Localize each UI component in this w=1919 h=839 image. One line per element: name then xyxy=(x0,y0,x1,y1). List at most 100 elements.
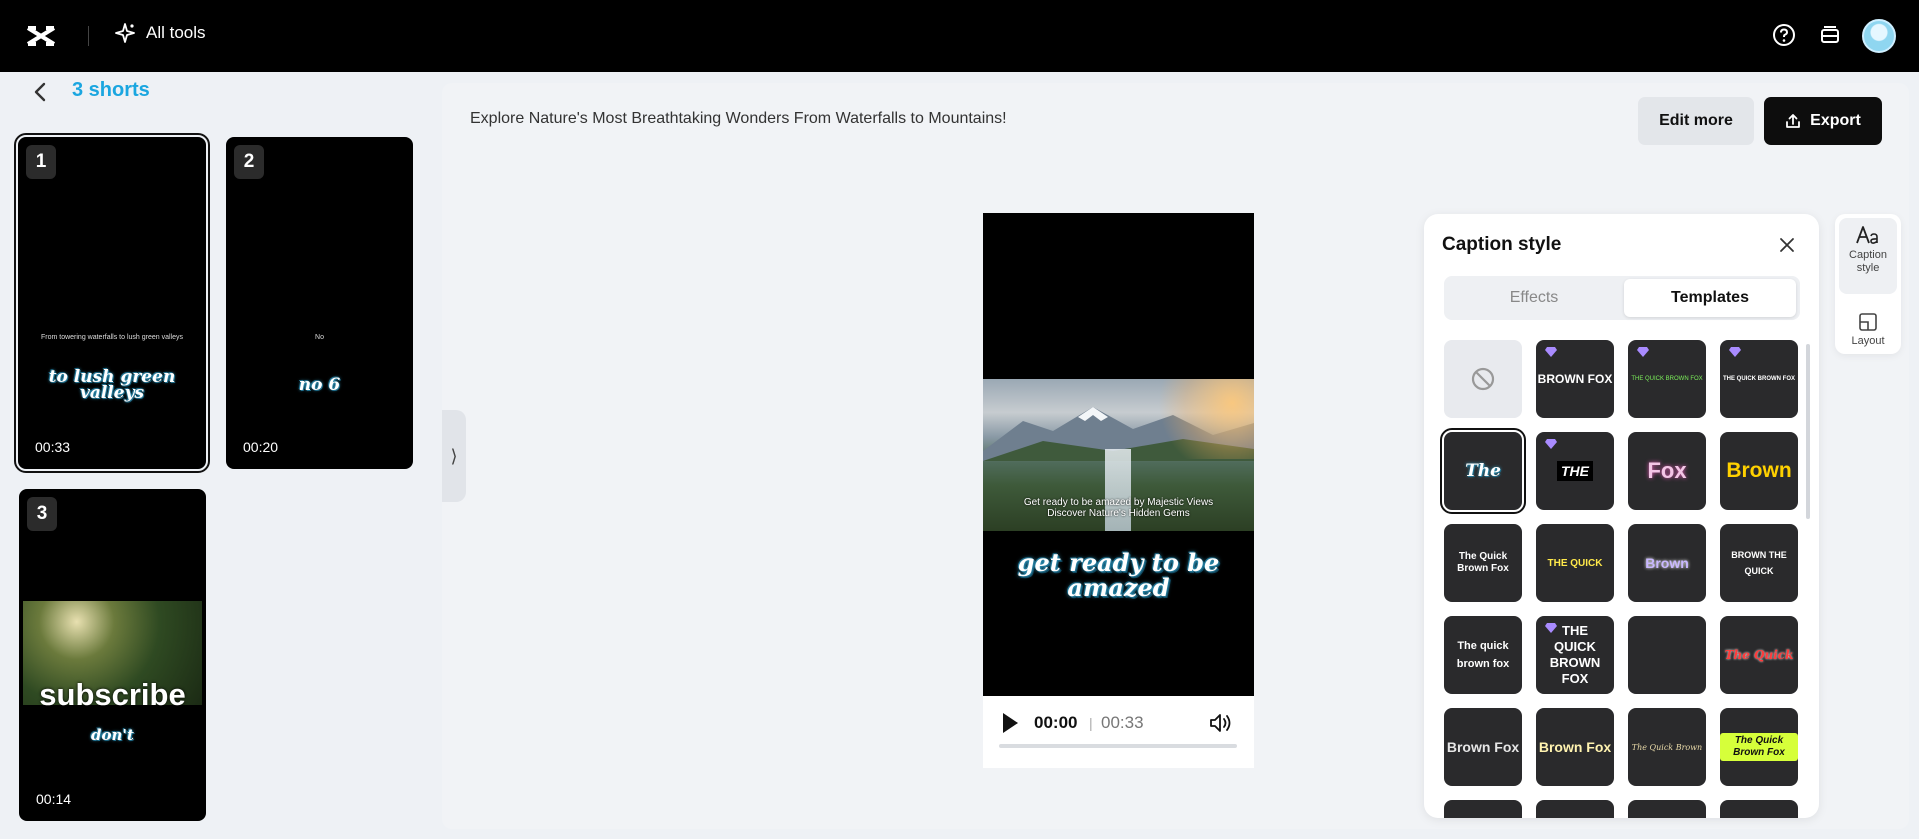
template-label: Brown Fox xyxy=(1446,739,1520,755)
rail-label: Layout xyxy=(1851,335,1885,347)
video-caption: get ready to be amazed xyxy=(1017,548,1220,602)
card-subtitle: No xyxy=(315,334,324,341)
volume-icon[interactable] xyxy=(1207,710,1233,736)
template-item[interactable]: Brown Fox xyxy=(1444,708,1522,786)
video-preview[interactable]: Get ready to be amazed by Majestic Views… xyxy=(983,213,1254,696)
export-label: Export xyxy=(1810,112,1861,129)
template-label: The Quick Brown xyxy=(1631,742,1703,752)
tab-templates[interactable]: Templates xyxy=(1624,279,1796,317)
layout-icon xyxy=(1859,313,1877,331)
template-item[interactable]: Fox xyxy=(1628,432,1706,510)
collapse-panel-toggle[interactable]: ⟩ xyxy=(442,410,466,502)
template-label: Fox xyxy=(1647,458,1687,483)
help-icon[interactable] xyxy=(1771,22,1797,48)
card-duration: 00:33 xyxy=(35,439,71,455)
template-label: THE QUICK BROWN FOX xyxy=(1723,376,1795,382)
template-item[interactable]: The Quick Brown Fox xyxy=(1720,708,1798,786)
short-card-2[interactable]: 2 No no 6 00:20 xyxy=(226,137,413,469)
card-caption-2: don't xyxy=(91,726,134,744)
template-item[interactable] xyxy=(1628,616,1706,694)
template-item[interactable] xyxy=(1444,800,1522,818)
template-item[interactable]: BROWN FOX xyxy=(1536,340,1614,418)
short-card-3[interactable]: 3 subscribe don't 00:14 xyxy=(19,489,206,821)
premium-gem-icon xyxy=(1729,347,1741,357)
template-label: The Quick Brown Fox xyxy=(1457,551,1509,574)
template-label: Brown xyxy=(1645,555,1689,571)
scrollbar[interactable] xyxy=(1806,344,1810,519)
project-title: Explore Nature's Most Breathtaking Wonde… xyxy=(470,110,1007,127)
template-label: BROWN FOX xyxy=(1537,372,1613,386)
template-label: THE xyxy=(1557,461,1593,481)
template-none[interactable] xyxy=(1444,340,1522,418)
text-style-icon xyxy=(1856,226,1878,244)
template-item[interactable]: The Quick Brown Fox xyxy=(1444,524,1522,602)
card-caption: to lush green valleys xyxy=(48,367,176,403)
premium-gem-icon xyxy=(1545,347,1557,357)
template-label: The quick brown fox xyxy=(1456,640,1510,670)
back-arrow-icon[interactable] xyxy=(28,80,54,104)
template-item[interactable]: The quick brown fox xyxy=(1444,616,1522,694)
panel-title: Caption style xyxy=(1442,234,1562,255)
template-item[interactable] xyxy=(1628,800,1706,818)
rail-caption-style[interactable]: Caption style xyxy=(1839,218,1897,294)
avatar[interactable] xyxy=(1862,19,1896,53)
shorts-count-title: 3 shorts xyxy=(72,79,150,101)
all-tools-button[interactable]: All tools xyxy=(114,22,206,44)
template-item[interactable] xyxy=(1720,800,1798,818)
progress-bar[interactable] xyxy=(999,744,1237,748)
template-item-selected[interactable]: The xyxy=(1440,428,1526,514)
template-item[interactable]: THE QUICK BROWN FOX xyxy=(1628,340,1706,418)
template-item[interactable]: The Quick xyxy=(1720,616,1798,694)
template-item[interactable]: THE QUICK xyxy=(1536,524,1614,602)
template-item[interactable]: THE QUICK BROWN FOX xyxy=(1720,340,1798,418)
template-item[interactable]: THE QUICK BROWN FOX xyxy=(1536,616,1614,694)
template-label: Brown xyxy=(1726,459,1792,482)
edit-more-button[interactable]: Edit more xyxy=(1638,97,1754,145)
all-tools-label: All tools xyxy=(146,23,206,42)
inbox-icon[interactable] xyxy=(1817,22,1843,48)
card-caption: subscribe xyxy=(39,677,186,712)
template-item[interactable]: BROWN THE QUICK xyxy=(1720,524,1798,602)
play-icon[interactable] xyxy=(1003,713,1018,733)
template-item[interactable]: Brown xyxy=(1628,524,1706,602)
total-time: 00:33 xyxy=(1101,713,1144,732)
template-item[interactable]: Brown xyxy=(1720,432,1798,510)
card-number: 1 xyxy=(26,145,56,179)
premium-gem-icon xyxy=(1545,623,1557,633)
current-time: 00:00 xyxy=(1034,713,1078,732)
close-icon[interactable] xyxy=(1776,234,1798,256)
upload-icon xyxy=(1786,114,1801,128)
no-style-icon xyxy=(1471,367,1495,391)
short-card-1[interactable]: 1 From towering waterfalls to lush green… xyxy=(14,133,210,473)
template-label: The xyxy=(1465,461,1501,481)
chevron-right-icon: ⟩ xyxy=(450,445,458,466)
template-label: Brown Fox xyxy=(1538,739,1612,755)
template-label: THE QUICK xyxy=(1547,557,1603,569)
sparkle-icon xyxy=(115,23,135,43)
video-subtitle: Get ready to be amazed by Majestic Views… xyxy=(983,497,1254,519)
sunlight xyxy=(1144,379,1254,459)
video-frame: Get ready to be amazed by Majestic Views… xyxy=(983,379,1254,531)
template-label: The Quick xyxy=(1724,648,1794,662)
template-label: The Quick Brown Fox xyxy=(1720,733,1798,761)
time-separator: | xyxy=(1089,715,1093,731)
template-item[interactable]: The Quick Brown xyxy=(1628,708,1706,786)
template-label: THE QUICK BROWN FOX xyxy=(1631,376,1703,382)
capcut-logo-icon[interactable] xyxy=(24,20,58,52)
side-rail: Caption style Layout xyxy=(1835,214,1901,354)
card-subtitle: From towering waterfalls to lush green v… xyxy=(40,334,183,341)
caption-style-panel: Caption style Effects Templates BROWN FO… xyxy=(1424,214,1819,818)
video-subtitle-line-2: Discover Nature's Hidden Gems xyxy=(1047,508,1190,519)
video-subtitle-line-1: Get ready to be amazed by Majestic Views xyxy=(1023,497,1214,508)
tab-effects[interactable]: Effects xyxy=(1448,279,1620,317)
export-button[interactable]: Export xyxy=(1764,97,1882,145)
card-duration: 00:20 xyxy=(243,439,279,455)
template-item[interactable]: Brown Fox xyxy=(1536,708,1614,786)
divider xyxy=(88,26,89,46)
rail-layout[interactable]: Layout xyxy=(1839,306,1897,348)
caption-tabs: Effects Templates xyxy=(1444,276,1800,320)
template-item[interactable] xyxy=(1536,800,1614,818)
template-item[interactable]: THE xyxy=(1536,432,1614,510)
template-label: BROWN THE QUICK xyxy=(1731,550,1787,576)
card-number: 2 xyxy=(234,145,264,179)
